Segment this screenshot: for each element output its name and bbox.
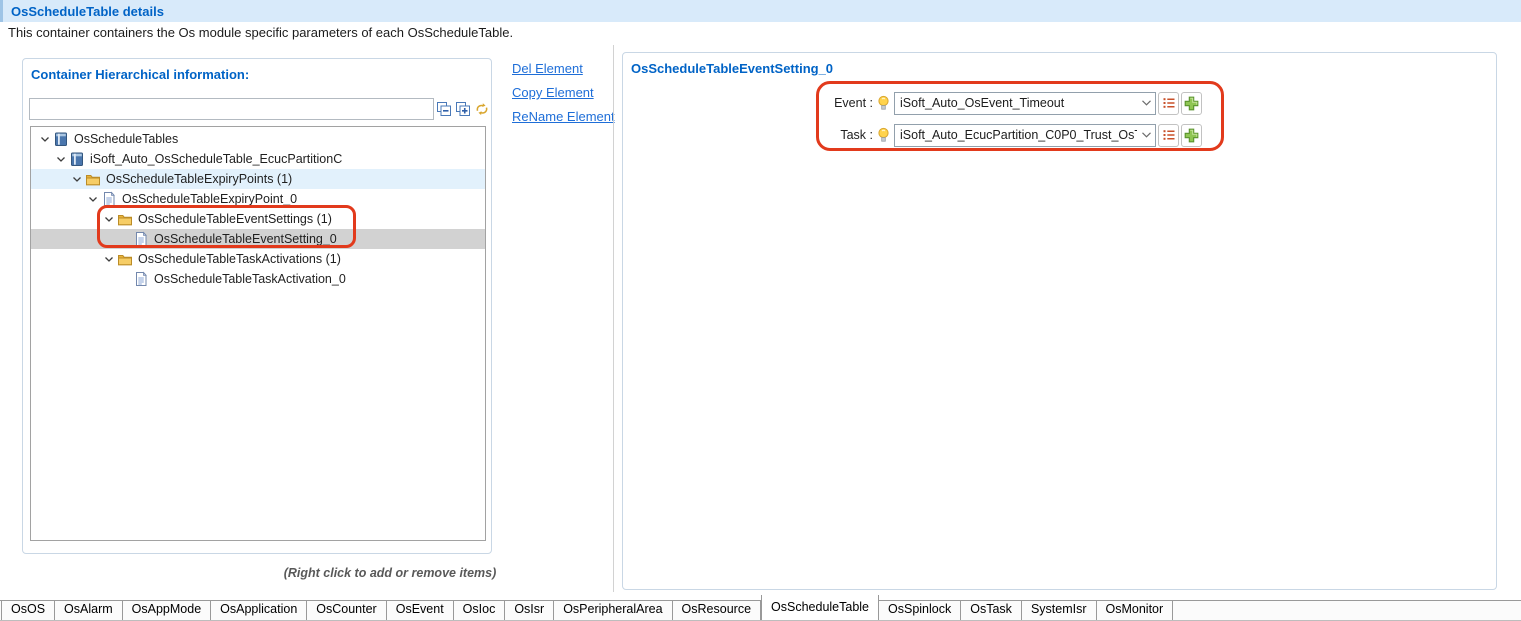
list-picker-button[interactable]: [1158, 124, 1179, 147]
combobox-value: iSoft_Auto_OsEvent_Timeout: [900, 96, 1137, 110]
chevron-down-icon[interactable]: [85, 191, 101, 207]
container-hierarchy-panel: Container Hierarchical information: OsSc…: [22, 58, 492, 554]
tree-node[interactable]: OsScheduleTableEventSetting_0: [31, 229, 485, 249]
bulb-icon: [877, 95, 890, 112]
tab-osos[interactable]: OsOS: [1, 600, 55, 620]
chevron-down-icon[interactable]: [53, 151, 69, 167]
tree-node[interactable]: iSoft_Auto_OsScheduleTable_EcucPartition…: [31, 149, 485, 169]
field-label: Event :: [623, 96, 873, 110]
copy-element-link[interactable]: Copy Element: [512, 85, 615, 100]
folder-icon: [85, 171, 101, 187]
doc-icon: [133, 231, 149, 247]
page-header: OsScheduleTable details: [0, 0, 1521, 22]
panel-splitter[interactable]: [613, 45, 614, 592]
rename-element-link[interactable]: ReName Element: [512, 109, 615, 124]
details-panel-title: OsScheduleTableEventSetting_0: [631, 61, 833, 76]
expand-all-icon[interactable]: [455, 101, 471, 117]
tree-node[interactable]: OsScheduleTableExpiryPoint_0: [31, 189, 485, 209]
tree-node-label: OsScheduleTableExpiryPoint_0: [122, 189, 297, 209]
tab-osevent[interactable]: OsEvent: [387, 600, 454, 620]
tree-node-label: OsScheduleTableExpiryPoints (1): [106, 169, 292, 189]
right-click-hint: (Right click to add or remove items): [160, 566, 620, 580]
add-button[interactable]: [1181, 124, 1202, 147]
tab-oscounter[interactable]: OsCounter: [307, 600, 386, 620]
details-panel: OsScheduleTableEventSetting_0 Event : iSo…: [622, 52, 1497, 590]
field-combobox[interactable]: iSoft_Auto_OsEvent_Timeout: [894, 92, 1156, 115]
bulb-icon: [877, 127, 890, 144]
page-title: OsScheduleTable details: [3, 4, 164, 19]
tab-osscheduletable[interactable]: OsScheduleTable: [761, 595, 879, 620]
tab-osalarm[interactable]: OsAlarm: [55, 600, 123, 620]
tab-osappmode[interactable]: OsAppMode: [123, 600, 211, 620]
tab-systemisr[interactable]: SystemIsr: [1022, 600, 1097, 620]
collapse-all-icon[interactable]: [436, 101, 452, 117]
module-icon: [53, 131, 69, 147]
tree-node-label: OsScheduleTableEventSettings (1): [138, 209, 332, 229]
tab-osresource[interactable]: OsResource: [673, 600, 761, 620]
chevron-down-icon[interactable]: [101, 211, 117, 227]
tab-osmonitor[interactable]: OsMonitor: [1097, 600, 1174, 620]
tree-node[interactable]: OsScheduleTableTaskActivation_0: [31, 269, 485, 289]
module-tab-bar: OsOSOsAlarmOsAppModeOsApplicationOsCount…: [0, 600, 1521, 621]
combobox-value: iSoft_Auto_EcucPartition_C0P0_Trust_OsTa: [900, 128, 1137, 142]
tree-node-label: OsScheduleTableTaskActivations (1): [138, 249, 341, 269]
tree-node[interactable]: OsScheduleTables: [31, 129, 485, 149]
tree-node-label: iSoft_Auto_OsScheduleTable_EcucPartition…: [90, 149, 342, 169]
doc-icon: [101, 191, 117, 207]
chevron-down-icon[interactable]: [101, 251, 117, 267]
chevron-down-icon[interactable]: [1137, 132, 1155, 138]
tree-node-label: OsScheduleTables: [74, 129, 178, 149]
add-button[interactable]: [1181, 92, 1202, 115]
chevron-down-icon[interactable]: [37, 131, 53, 147]
chevron-down-icon[interactable]: [69, 171, 85, 187]
tree-toolbar: [436, 101, 490, 117]
tab-osisr[interactable]: OsIsr: [505, 600, 554, 620]
tree-node-label: OsScheduleTableEventSetting_0: [154, 229, 337, 249]
field-combobox[interactable]: iSoft_Auto_EcucPartition_C0P0_Trust_OsTa: [894, 124, 1156, 147]
tree-filter-input[interactable]: [29, 98, 434, 120]
twisty-spacer: [117, 271, 133, 287]
form-row: Event : iSoft_Auto_OsEvent_Timeout: [623, 91, 1202, 115]
tree-node-label: OsScheduleTableTaskActivation_0: [154, 269, 346, 289]
del-element-link[interactable]: Del Element: [512, 61, 615, 76]
tab-osspinlock[interactable]: OsSpinlock: [879, 600, 961, 620]
hierarchy-panel-title: Container Hierarchical information:: [31, 67, 249, 82]
tab-osapplication[interactable]: OsApplication: [211, 600, 307, 620]
tab-ostask[interactable]: OsTask: [961, 600, 1022, 620]
tab-osperipheralarea[interactable]: OsPeripheralArea: [554, 600, 672, 620]
hierarchy-tree: OsScheduleTablesiSoft_Auto_OsScheduleTab…: [30, 126, 486, 541]
doc-icon: [133, 271, 149, 287]
tab-osioc[interactable]: OsIoc: [454, 600, 506, 620]
module-icon: [69, 151, 85, 167]
tree-node[interactable]: OsScheduleTableTaskActivations (1): [31, 249, 485, 269]
folder-icon: [117, 251, 133, 267]
page-description: This container containers the Os module …: [8, 25, 513, 40]
twisty-spacer: [117, 231, 133, 247]
tree-node[interactable]: OsScheduleTableExpiryPoints (1): [31, 169, 485, 189]
chevron-down-icon[interactable]: [1137, 100, 1155, 106]
form-row: Task : iSoft_Auto_EcucPartition_C0P0_Trus…: [623, 123, 1202, 147]
field-label: Task :: [623, 128, 873, 142]
folder-icon: [117, 211, 133, 227]
list-picker-button[interactable]: [1158, 92, 1179, 115]
element-actions: Del Element Copy Element ReName Element: [512, 61, 615, 124]
tree-node[interactable]: OsScheduleTableEventSettings (1): [31, 209, 485, 229]
refresh-icon[interactable]: [474, 101, 490, 117]
